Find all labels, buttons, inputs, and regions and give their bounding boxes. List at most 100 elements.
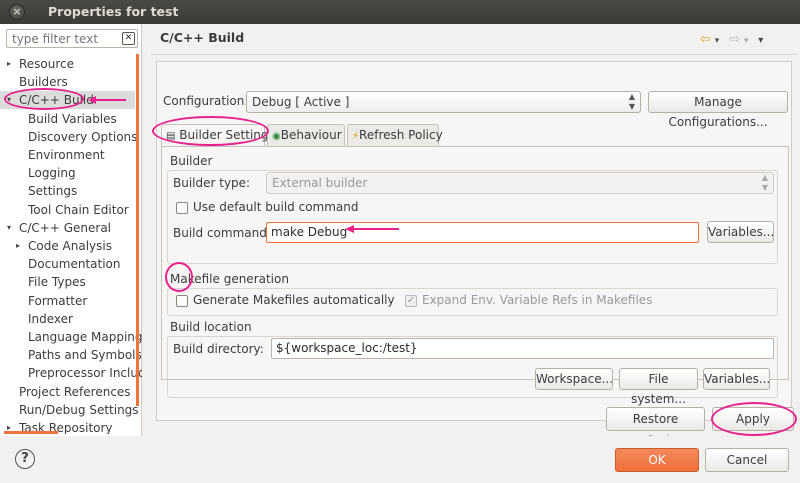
tree-item[interactable]: Tool Chain Editor bbox=[0, 201, 135, 219]
tree-item-label: Environment bbox=[28, 148, 105, 162]
build-location-group-label: Build location bbox=[170, 320, 252, 334]
use-default-build-command-label: Use default build command bbox=[193, 200, 359, 214]
build-command-input[interactable]: make Debug bbox=[266, 222, 699, 243]
tree-item-label: Project References bbox=[19, 384, 131, 399]
tree-item-label: Documentation bbox=[28, 257, 121, 272]
tree-item-label: Settings bbox=[28, 184, 78, 199]
tab-behaviour-label: Behaviour bbox=[280, 128, 342, 142]
tree-item[interactable]: Builders bbox=[0, 73, 135, 91]
back-menu-icon[interactable]: ▾ bbox=[715, 36, 720, 46]
title-separator bbox=[151, 54, 797, 55]
builder-group-label: Builder bbox=[170, 154, 213, 168]
window-title: Properties for test bbox=[48, 4, 179, 19]
tree-horizontal-scrollbar[interactable] bbox=[4, 431, 58, 434]
tree-item-label: File Types bbox=[28, 275, 86, 290]
content-box: Configuration: Debug [ Active ] ▲ ▼ Manag… bbox=[156, 61, 792, 421]
tree-item-label: Logging bbox=[28, 166, 76, 181]
workspace-button[interactable]: Workspace... bbox=[535, 368, 613, 390]
tree-item[interactable]: Paths and Symbols bbox=[0, 346, 142, 364]
tab-refresh-policy[interactable]: ⚡Refresh Policy bbox=[347, 124, 443, 146]
forward-icon[interactable]: ⇨ bbox=[729, 32, 740, 47]
restore-defaults-button[interactable]: Restore Defaults bbox=[606, 407, 705, 448]
tree-item-label: Discovery Options bbox=[28, 129, 138, 144]
help-icon[interactable]: ? bbox=[15, 449, 35, 469]
configuration-combo[interactable]: Debug [ Active ] ▲ ▼ bbox=[246, 91, 641, 113]
filter-box: ✕ bbox=[6, 29, 138, 48]
generate-makefiles-label: Generate Makefiles automatically bbox=[193, 293, 395, 307]
cancel-button[interactable]: Cancel bbox=[705, 448, 789, 472]
tree-item[interactable]: Formatter bbox=[0, 292, 135, 310]
tree-scrollbar[interactable] bbox=[136, 54, 139, 406]
tree-item[interactable]: Indexer bbox=[0, 310, 135, 328]
build-directory-input[interactable]: ${workspace_loc:/test} bbox=[271, 338, 774, 359]
window-close-button[interactable]: × bbox=[9, 4, 25, 20]
left-panel: ✕ ▸ Resource Builders ▾ C/C++ Build Build Var… bbox=[0, 24, 142, 436]
apply-button[interactable]: Apply bbox=[712, 407, 794, 431]
collapsed-triangle-icon[interactable]: ▸ bbox=[16, 237, 20, 255]
back-icon[interactable]: ⇦ bbox=[700, 32, 711, 47]
right-panel: C/C++ Build ⇦ ▾ ⇨ ▾ ▾ Configuration: Deb… bbox=[143, 24, 800, 448]
ok-button[interactable]: OK bbox=[615, 448, 699, 472]
location-variables-button[interactable]: Variables... bbox=[703, 368, 770, 390]
tree-item-label: Resource bbox=[19, 57, 75, 71]
tree-item[interactable]: Documentation bbox=[0, 255, 135, 273]
tab-behaviour[interactable]: ◉Behaviour bbox=[267, 124, 345, 146]
tree-item[interactable]: Preprocessor Includ bbox=[0, 364, 142, 382]
file-system-button[interactable]: File system... bbox=[619, 368, 698, 406]
manage-configurations-button[interactable]: Manage Configurations... bbox=[648, 91, 788, 129]
makefile-group-label: Makefile generation bbox=[170, 272, 289, 286]
tree-item[interactable]: ▸ Resource bbox=[0, 55, 135, 73]
tree-item-label: Indexer bbox=[28, 311, 73, 326]
tab-builder-settings-label: Builder Settings bbox=[179, 128, 275, 142]
expanded-triangle-icon[interactable]: ▾ bbox=[7, 91, 11, 109]
property-tree: ▸ Resource Builders ▾ C/C++ Build Build Varia… bbox=[0, 54, 142, 434]
page-navigation: ⇦ ▾ ⇨ ▾ ▾ bbox=[700, 32, 769, 47]
tab-refresh-policy-label: Refresh Policy bbox=[359, 128, 443, 142]
configuration-label: Configuration: bbox=[163, 94, 249, 108]
combo-arrow-icon: ▲ ▼ bbox=[628, 92, 635, 111]
generate-makefiles-checkbox[interactable] bbox=[176, 295, 188, 307]
tree-item-label: Paths and Symbols bbox=[28, 348, 142, 363]
tree-item-label: Build Variables bbox=[28, 111, 117, 126]
tree-item-label: Language Mappings bbox=[28, 330, 142, 344]
tree-item-label: Preprocessor Includ bbox=[28, 366, 142, 381]
behaviour-icon: ◉ bbox=[272, 131, 281, 142]
tree-item[interactable]: ▾ C/C++ General bbox=[0, 219, 135, 237]
page-title: C/C++ Build bbox=[160, 30, 245, 45]
tab-builder-settings[interactable]: ▤ Builder Settings bbox=[161, 124, 275, 146]
builder-type-label: Builder type: bbox=[173, 176, 251, 190]
tree-item[interactable]: Settings bbox=[0, 182, 135, 200]
clear-icon[interactable]: ✕ bbox=[122, 32, 135, 45]
expand-env-refs-checkbox[interactable]: ✓ bbox=[405, 295, 417, 307]
tree-item-label: Run/Debug Settings bbox=[19, 402, 139, 417]
tree-item-label: C/C++ General bbox=[19, 220, 112, 235]
tree-item[interactable]: Logging bbox=[0, 164, 135, 182]
forward-menu-icon[interactable]: ▾ bbox=[744, 36, 749, 46]
tree-item-label: Tool Chain Editor bbox=[28, 202, 129, 217]
use-default-build-command-checkbox[interactable] bbox=[176, 202, 188, 214]
builder-variables-button[interactable]: Variables... bbox=[707, 221, 774, 243]
refresh-policy-icon: ⚡ bbox=[352, 131, 360, 142]
tree-item[interactable]: Project References bbox=[0, 383, 135, 401]
title-bar: × Properties for test bbox=[0, 0, 800, 24]
builder-settings-icon: ▤ bbox=[166, 131, 176, 142]
tree-item[interactable]: Run/Debug Settings bbox=[0, 401, 139, 419]
tree-item[interactable]: Environment bbox=[0, 146, 135, 164]
build-command-label: Build command: bbox=[173, 226, 271, 240]
tree-item[interactable]: ▸ Code Analysis bbox=[0, 237, 135, 255]
configuration-value: Debug [ Active ] bbox=[252, 95, 350, 109]
tree-item[interactable]: ▾ C/C++ Build bbox=[0, 91, 135, 110]
tree-item[interactable]: File Types bbox=[0, 273, 135, 291]
expanded-triangle-icon[interactable]: ▾ bbox=[7, 219, 11, 237]
collapsed-triangle-icon[interactable]: ▸ bbox=[7, 55, 11, 73]
tree-item[interactable]: Build Variables bbox=[0, 110, 135, 128]
filter-input[interactable] bbox=[10, 31, 118, 47]
tree-item[interactable]: Discovery Options bbox=[0, 128, 138, 146]
tree-item-label: C/C++ Build bbox=[19, 93, 94, 108]
tree-item-label: Formatter bbox=[28, 293, 88, 308]
builder-type-combo[interactable]: External builder ▲ ▼ bbox=[266, 172, 774, 194]
tree-item[interactable]: Language Mappings bbox=[0, 328, 142, 346]
builder-type-arrow-icon: ▲ ▼ bbox=[761, 173, 768, 192]
view-menu-icon[interactable]: ▾ bbox=[758, 35, 763, 46]
expand-env-refs-label: Expand Env. Variable Refs in Makefiles bbox=[422, 293, 653, 307]
